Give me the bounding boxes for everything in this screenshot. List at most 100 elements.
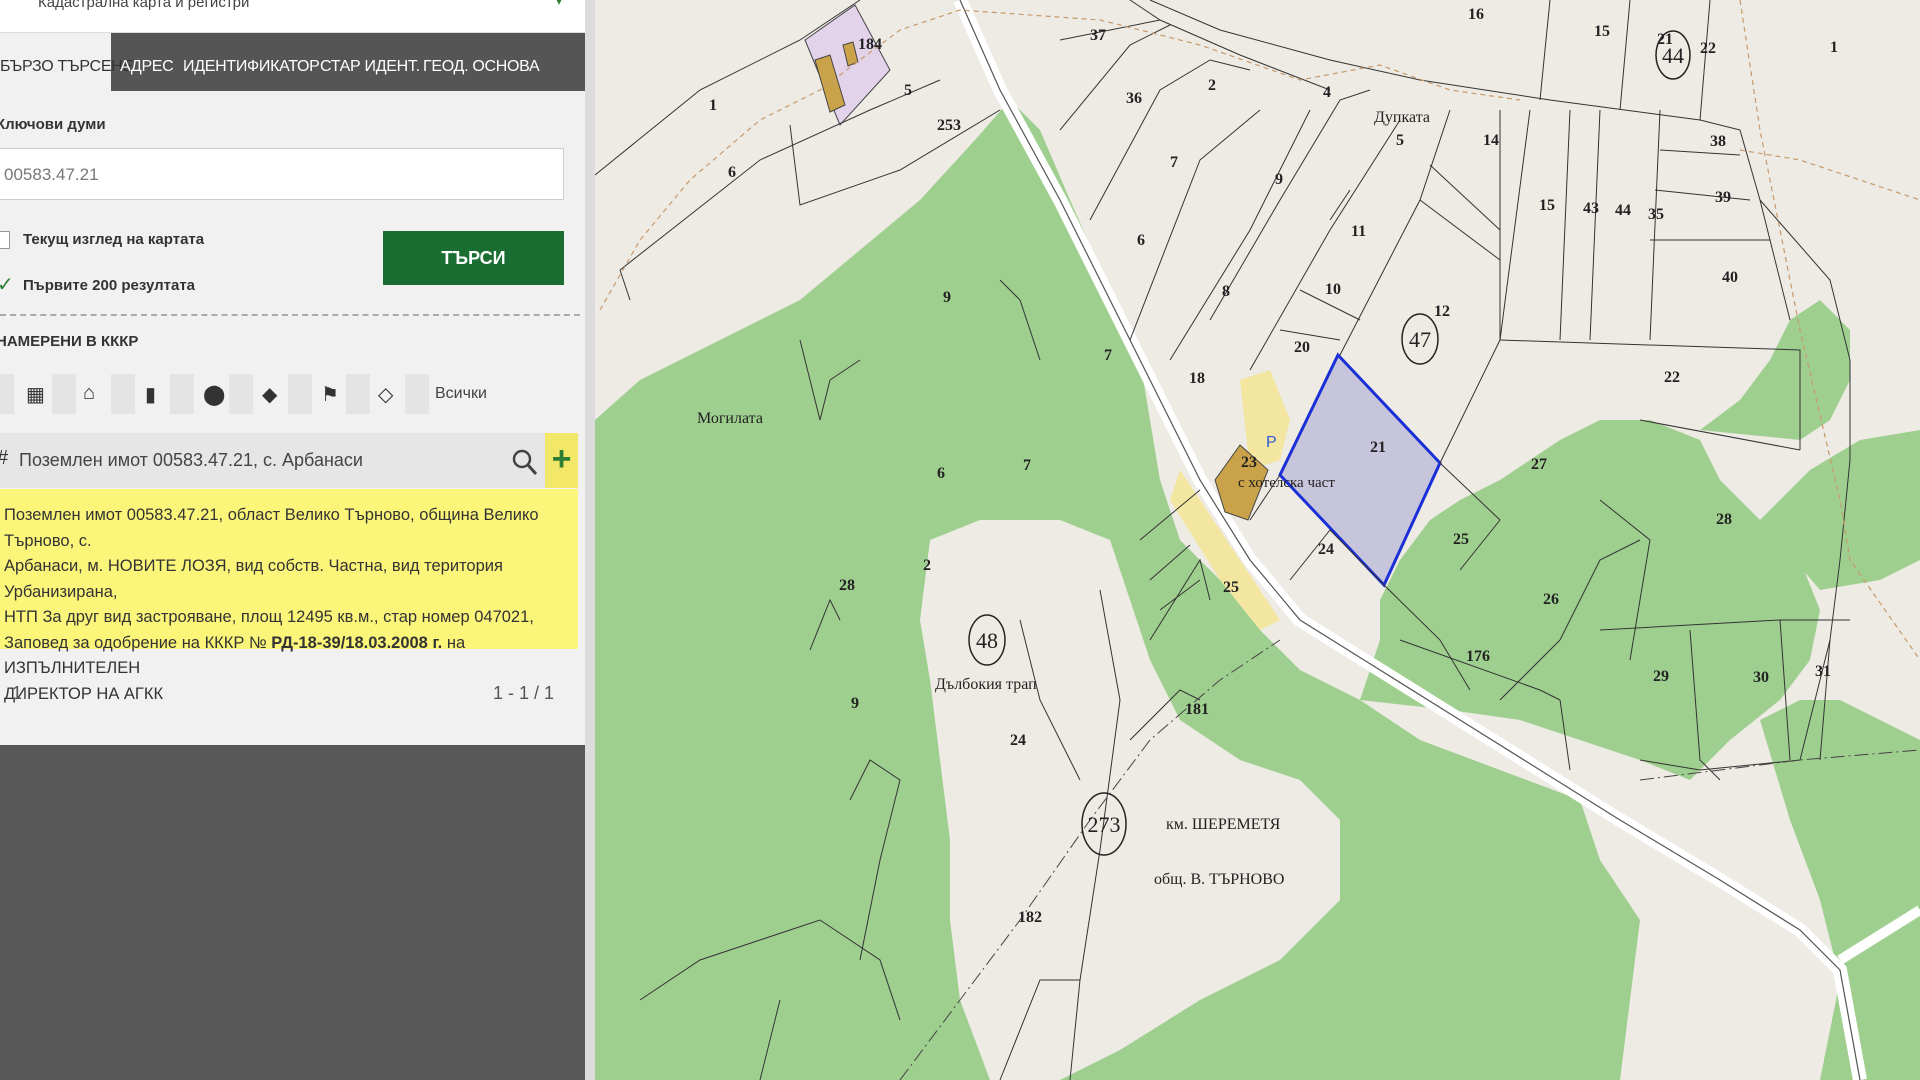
parcel-label: 40 <box>1722 269 1738 286</box>
panel-title: Кадастрална карта и регистри <box>38 0 250 11</box>
parcel-label: 10 <box>1325 281 1341 298</box>
parcel-label: 44 <box>1615 202 1631 219</box>
panel-titlebar[interactable]: Кадастрална карта и регистри ▾ <box>0 0 585 33</box>
tab-quick-search[interactable]: БЪРЗО ТЪРСЕНЕ <box>0 33 133 91</box>
found-label: НАМЕРЕНИ В КККР <box>0 333 139 350</box>
parcel-label: 9 <box>1275 171 1283 188</box>
parcel-label: 28 <box>1716 511 1732 528</box>
current-view-label: Текущ изглед на картата <box>23 231 205 248</box>
info-text: Заповед за одобрение на КККР № <box>4 633 272 652</box>
parcel-label: 9 <box>943 289 951 306</box>
first200-label: Първите 200 резултата <box>23 277 196 294</box>
search-button[interactable]: ТЪРСИ <box>383 231 564 285</box>
search-tabs: БЪРЗО ТЪРСЕНЕ АДРЕС ИДЕНТИФИКАТОР СТАР И… <box>0 33 585 91</box>
parcel-label: 4 <box>1323 84 1331 101</box>
filter-box[interactable] <box>288 374 312 414</box>
page-range: 1 - 1 / 1 <box>493 683 555 703</box>
parcel-label: 182 <box>1018 909 1042 926</box>
parcel-label: 7 <box>1170 154 1178 171</box>
filter-all-label[interactable]: Всички <box>435 385 487 403</box>
tab-identifier[interactable]: ИДЕНТИФИКАТОР <box>183 33 320 91</box>
parcel-grid-icon[interactable]: ▦ <box>26 382 45 407</box>
parcel-label: 18 <box>1189 370 1205 387</box>
tab-label: АДРЕС <box>120 58 174 75</box>
home-icon[interactable]: ⌂ <box>83 382 95 405</box>
add-icon[interactable]: + <box>545 433 578 488</box>
parcel-label: 25 <box>1453 531 1469 548</box>
parcel-label: 26 <box>1543 591 1559 608</box>
filter-box[interactable] <box>0 374 14 414</box>
parcel-label: 181 <box>1185 701 1209 718</box>
filter-box[interactable] <box>170 374 194 414</box>
place-label: Дълбокия трап <box>935 676 1037 693</box>
parcel-label: 38 <box>1710 133 1726 150</box>
apartment-icon[interactable]: ▮ <box>145 382 156 407</box>
survey-point-icon[interactable]: ⚑ <box>321 382 339 407</box>
tab-geodetic-base[interactable]: ГЕОД. ОСНОВА <box>423 33 540 91</box>
parcel-label: 2 <box>923 557 931 574</box>
page-number[interactable]: 1 <box>12 683 22 704</box>
panel-splitter[interactable] <box>585 0 595 1080</box>
parcel-label: 1 <box>709 97 717 114</box>
parcel-label: 29 <box>1653 668 1669 685</box>
parcel-label: 24 <box>1010 732 1026 749</box>
parcel-label: 27 <box>1531 456 1547 473</box>
chevron-down-icon[interactable]: ▾ <box>555 0 563 10</box>
parcel-label: 1 <box>1830 39 1838 56</box>
filter-box[interactable] <box>346 374 370 414</box>
parking-icon: P <box>1266 434 1277 451</box>
location-pin-icon[interactable]: ⬤ <box>203 382 225 407</box>
parcel-label: 24 <box>1318 541 1334 558</box>
place-label: км. ШЕРЕМЕТЯ <box>1166 816 1281 833</box>
result-item[interactable]: # Поземлен имот 00583.47.21, с. Арбанаси <box>0 433 505 488</box>
parcel-label: 5 <box>904 82 912 99</box>
info-line: Поземлен имот 00583.47.21, област Велико… <box>4 506 539 550</box>
block-number: 48 <box>976 628 998 653</box>
block-number: 44 <box>1662 43 1684 68</box>
parcel-label: 7 <box>1104 347 1112 364</box>
parcel-label: 15 <box>1594 23 1610 40</box>
filter-box[interactable] <box>405 374 429 414</box>
check-icon[interactable]: ✓ <box>0 272 14 297</box>
keywords-input[interactable]: 00583.47.21 <box>0 148 564 200</box>
filter-box[interactable] <box>111 374 135 414</box>
parcel-label: 25 <box>1223 579 1239 596</box>
parcel-label: 12 <box>1434 303 1450 320</box>
current-view-checkbox[interactable] <box>0 231 10 249</box>
filter-box[interactable] <box>229 374 253 414</box>
left-panel: Кадастрална карта и регистри ▾ БЪРЗО ТЪР… <box>0 0 585 1080</box>
tab-address[interactable]: АДРЕС <box>120 33 174 91</box>
parcel-label: 8 <box>1222 283 1230 300</box>
parcel-label: 31 <box>1815 663 1831 680</box>
parcel-label: 9 <box>851 695 859 712</box>
filter-box[interactable] <box>52 374 76 414</box>
tab-label: ИДЕНТИФИКАТОР <box>183 58 320 75</box>
info-line: НТП За друг вид застрояване, площ 12495 … <box>4 608 534 626</box>
parcel-label: 15 <box>1539 197 1555 214</box>
parcel-label: 253 <box>937 117 961 134</box>
place-label: общ. В. ТЪРНОВО <box>1154 871 1284 888</box>
polygon-icon[interactable]: ◇ <box>378 382 393 407</box>
map-canvas[interactable]: 184 253 1 5 6 37 36 2 4 16 15 21 22 1 Ду… <box>595 0 1920 1080</box>
parcel-label: 22 <box>1700 40 1716 57</box>
parcel-label: 184 <box>858 36 882 53</box>
tab-old-identifier[interactable]: СТАР ИДЕНТ. <box>320 33 420 91</box>
parcel-label: 14 <box>1483 132 1499 149</box>
divider <box>0 314 580 316</box>
result-title[interactable]: Поземлен имот 00583.47.21, с. Арбанаси <box>19 450 363 471</box>
parcel-label: 23 <box>1241 454 1257 471</box>
zoom-to-result-button[interactable] <box>505 433 545 488</box>
parcel-label: 6 <box>1137 232 1145 249</box>
parcel-label: 2 <box>1208 77 1216 94</box>
tab-label: СТАР ИДЕНТ. <box>320 58 420 75</box>
parcel-label: 6 <box>937 465 945 482</box>
parcel-label: 6 <box>728 164 736 181</box>
place-label: с хотелска част <box>1238 475 1335 491</box>
block-number: 273 <box>1088 812 1121 837</box>
parcel-label: 7 <box>1023 457 1031 474</box>
parcel-label: 20 <box>1294 339 1310 356</box>
cadastral-map[interactable]: 184 253 1 5 6 37 36 2 4 16 15 21 22 1 Ду… <box>595 0 1920 1080</box>
layers-icon[interactable]: ◆ <box>262 382 277 407</box>
search-icon[interactable] <box>505 433 545 488</box>
search-panel: Кадастрална карта и регистри ▾ БЪРЗО ТЪР… <box>0 0 585 745</box>
